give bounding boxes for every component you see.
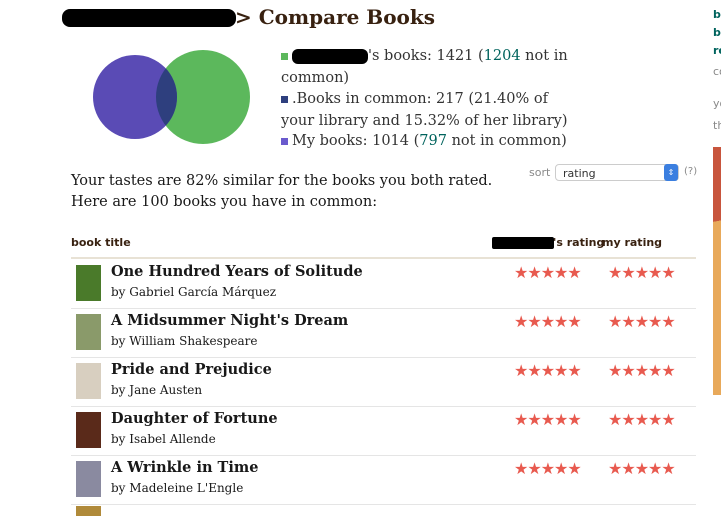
sidebar-text-3[interactable]: re <box>713 44 721 57</box>
column-header-my-rating[interactable]: my rating <box>602 236 662 249</box>
my-not-in-common-link[interactable]: 797 <box>419 133 447 149</box>
book-cover[interactable] <box>76 506 101 516</box>
their-books-count: 's books: 1421 ( <box>368 48 484 64</box>
book-title-link[interactable]: Pride and Prejudice <box>111 361 272 378</box>
venn-diagram <box>93 50 250 144</box>
book-title-link[interactable]: Daughter of Fortune <box>111 410 278 427</box>
book-cover[interactable] <box>76 314 101 350</box>
table-row: Pride and Prejudice by Jane Austen ★★★★★… <box>71 357 696 407</box>
my-books-count: My books: 1014 ( <box>292 133 420 149</box>
book-cover[interactable] <box>76 412 101 448</box>
table-row: A Wrinkle in Time by Madeleine L'Engle ★… <box>71 455 696 505</box>
their-rating-stars: ★★★★★ <box>514 312 582 331</box>
redacted-name <box>292 48 368 64</box>
their-rating-stars: ★★★★★ <box>514 410 582 429</box>
sort-label: sort <box>529 166 551 179</box>
table-row: Daughter of Fortune by Isabel Allende ★★… <box>71 406 696 456</box>
book-author[interactable]: by Jane Austen <box>111 383 202 397</box>
page-title: > Compare Books <box>235 5 436 29</box>
my-rating-stars[interactable]: ★★★★★ <box>608 410 676 429</box>
select-arrows-icon: ⇕ <box>664 164 678 181</box>
green-square-icon <box>281 52 288 60</box>
table-row: A Midsummer Night's Dream by William Sha… <box>71 308 696 358</box>
column-header-title[interactable]: book title <box>71 236 131 249</box>
table-row-partial <box>71 504 696 516</box>
sort-help-link[interactable]: (?) <box>684 166 697 177</box>
book-title-link[interactable]: A Midsummer Night's Dream <box>111 312 348 329</box>
table-row: One Hundred Years of Solitude by Gabriel… <box>71 259 696 309</box>
my-rating-stars[interactable]: ★★★★★ <box>608 263 676 282</box>
purple-square-icon <box>281 137 288 145</box>
redacted-username <box>62 9 236 27</box>
my-rating-stars[interactable]: ★★★★★ <box>608 312 676 331</box>
sidebar-banner[interactable] <box>713 147 721 395</box>
navy-square-icon <box>281 95 288 103</box>
my-books-suffix: not in common) <box>446 133 567 149</box>
redacted-name <box>492 237 554 249</box>
sort-value: rating <box>563 167 596 180</box>
book-author[interactable]: by Madeleine L'Engle <box>111 481 243 495</box>
their-rating-stars: ★★★★★ <box>514 459 582 478</box>
sidebar-text-4: co <box>713 65 721 78</box>
their-rating-stars: ★★★★★ <box>514 361 582 380</box>
common-books-text: .Books in common: 217 (21.40% of your li… <box>281 91 568 129</box>
their-rating-stars: ★★★★★ <box>514 263 582 282</box>
book-cover[interactable] <box>76 461 101 497</box>
book-author[interactable]: by Gabriel García Márquez <box>111 285 276 299</box>
book-author[interactable]: by William Shakespeare <box>111 334 258 348</box>
sort-select[interactable]: rating ⇕ <box>555 164 679 181</box>
my-rating-stars[interactable]: ★★★★★ <box>608 361 676 380</box>
legend-my-books: My books: 1014 (797 not in common) <box>281 131 581 153</box>
book-cover[interactable] <box>76 265 101 301</box>
book-cover[interactable] <box>76 363 101 399</box>
their-not-in-common-link[interactable]: 1204 <box>484 48 521 64</box>
sidebar-text-6: th <box>713 119 721 132</box>
sidebar-text-1[interactable]: b <box>713 8 721 21</box>
column-header-their-rating[interactable]: 's rating <box>553 236 604 249</box>
book-author[interactable]: by Isabel Allende <box>111 432 216 446</box>
sidebar-text-2[interactable]: b <box>713 26 721 39</box>
book-title-link[interactable]: A Wrinkle in Time <box>111 459 258 476</box>
book-title-link[interactable]: One Hundred Years of Solitude <box>111 263 363 280</box>
similarity-summary: Your tastes are 82% similar for the book… <box>71 173 493 210</box>
sidebar-text-5: yo <box>713 97 721 110</box>
my-rating-stars[interactable]: ★★★★★ <box>608 459 676 478</box>
legend-their-books: 's books: 1421 (1204 not in common) <box>281 46 581 89</box>
legend-common-books: .Books in common: 217 (21.40% of your li… <box>281 89 581 132</box>
